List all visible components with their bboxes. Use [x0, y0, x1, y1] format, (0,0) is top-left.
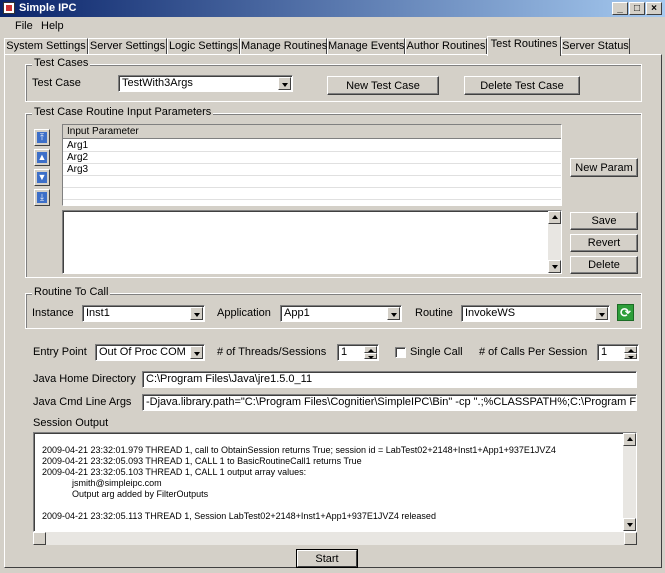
- save-button[interactable]: Save: [570, 212, 638, 230]
- test-routines-panel: Test Cases Test Case TestWith3Args New T…: [4, 54, 662, 568]
- tab-manage-routines[interactable]: Manage Routines: [240, 38, 327, 55]
- delete-test-case-button[interactable]: Delete Test Case: [464, 76, 580, 95]
- scroll-right-icon[interactable]: [624, 532, 637, 545]
- test-cases-group: Test Cases Test Case TestWith3Args New T…: [25, 57, 642, 102]
- table-row[interactable]: Arg1: [63, 140, 561, 152]
- instance-dropdown[interactable]: Inst1: [82, 305, 205, 322]
- calls-per-session-stepper[interactable]: 1: [597, 344, 639, 361]
- input-parameters-group: Test Case Routine Input Parameters ⤒ ▲ ▼…: [25, 106, 642, 278]
- log-line: 2009-04-21 23:32:05.093 THREAD 1, CALL 1…: [42, 456, 362, 466]
- parameter-value-textarea[interactable]: [62, 210, 562, 274]
- application-dropdown-value: App1: [284, 307, 310, 319]
- close-icon[interactable]: ×: [646, 2, 662, 15]
- test-case-label: Test Case: [32, 77, 81, 89]
- chevron-down-icon[interactable]: [595, 307, 608, 320]
- input-parameter-table: Input Parameter Arg1 Arg2 Arg3: [62, 124, 562, 206]
- test-case-dropdown[interactable]: TestWith3Args: [118, 75, 293, 92]
- entry-point-dropdown-value: Out Of Proc COM: [99, 346, 186, 358]
- menu-help[interactable]: Help: [41, 20, 64, 32]
- scroll-up-icon[interactable]: [548, 211, 561, 224]
- session-output-textarea[interactable]: 2009-04-21 23:32:01.979 THREAD 1, call t…: [33, 432, 637, 532]
- parameter-value-scrollbar[interactable]: [548, 211, 561, 273]
- calls-spinner[interactable]: [624, 346, 637, 359]
- threads-stepper-value: 1: [341, 346, 348, 358]
- table-row[interactable]: Arg2: [63, 152, 561, 164]
- move-bottom-icon[interactable]: ⤓: [34, 189, 50, 206]
- delete-param-button[interactable]: Delete: [570, 256, 638, 274]
- tab-system-settings[interactable]: System Settings: [4, 38, 88, 55]
- single-call-label: Single Call: [410, 346, 463, 358]
- routine-to-call-group-label: Routine To Call: [32, 286, 111, 298]
- refresh-icon[interactable]: ⟳: [617, 304, 634, 321]
- chevron-down-icon[interactable]: [278, 77, 291, 90]
- threads-label: # of Threads/Sessions: [217, 346, 327, 358]
- threads-spinner[interactable]: [364, 346, 377, 359]
- tab-server-status[interactable]: Server Status: [561, 38, 630, 55]
- session-output-scrollbar[interactable]: [623, 433, 636, 531]
- java-home-field[interactable]: C:\Program Files\Java\jre1.5.0_11: [142, 371, 637, 388]
- log-line: jsmith@simpleipc.com: [72, 478, 162, 488]
- session-output-label: Session Output: [33, 417, 109, 429]
- test-case-dropdown-value: TestWith3Args: [122, 77, 193, 89]
- scroll-down-icon[interactable]: [548, 260, 561, 273]
- single-call-checkbox[interactable]: [395, 347, 406, 358]
- application-label: Application: [217, 307, 271, 319]
- log-line: 2009-04-21 23:32:05.113 THREAD 1, Sessio…: [42, 511, 436, 521]
- new-test-case-button[interactable]: New Test Case: [327, 76, 439, 95]
- scroll-left-icon[interactable]: [33, 532, 46, 545]
- log-line: Output arg added by FilterOutputs: [72, 489, 209, 499]
- threads-stepper[interactable]: 1: [337, 344, 379, 361]
- test-cases-group-label: Test Cases: [32, 57, 91, 69]
- input-parameter-column-header[interactable]: Input Parameter: [63, 125, 561, 139]
- scroll-down-icon[interactable]: [623, 518, 636, 531]
- revert-button[interactable]: Revert: [570, 234, 638, 252]
- move-top-icon[interactable]: ⤒: [34, 129, 50, 146]
- instance-label: Instance: [32, 307, 74, 319]
- title-bar: Simple IPC _ □ ×: [0, 0, 665, 17]
- java-cmd-label: Java Cmd Line Args: [33, 396, 132, 408]
- new-param-button[interactable]: New Param: [570, 158, 638, 177]
- app-icon: [3, 2, 15, 14]
- application-dropdown[interactable]: App1: [280, 305, 402, 322]
- chevron-down-icon[interactable]: [387, 307, 400, 320]
- java-home-label: Java Home Directory: [33, 373, 136, 385]
- log-line: 2009-04-21 23:32:01.979 THREAD 1, call t…: [42, 445, 556, 455]
- tab-logic-settings[interactable]: Logic Settings: [167, 38, 240, 55]
- maximize-icon[interactable]: □: [629, 2, 645, 15]
- routine-dropdown-value: InvokeWS: [465, 307, 516, 319]
- routine-dropdown[interactable]: InvokeWS: [461, 305, 610, 322]
- menu-bar: File Help: [0, 17, 665, 34]
- routine-to-call-group: Routine To Call Instance Inst1 Applicati…: [25, 286, 642, 329]
- java-cmd-field[interactable]: -Djava.library.path="C:\Program Files\Co…: [142, 394, 637, 411]
- tab-server-settings[interactable]: Server Settings: [88, 38, 167, 55]
- calls-per-session-stepper-value: 1: [601, 346, 608, 358]
- routine-label: Routine: [415, 307, 453, 319]
- move-up-icon[interactable]: ▲: [34, 149, 50, 166]
- move-down-icon[interactable]: ▼: [34, 169, 50, 186]
- table-row[interactable]: Arg3: [63, 164, 561, 176]
- input-parameters-group-label: Test Case Routine Input Parameters: [32, 106, 214, 118]
- log-line: 2009-04-21 23:32:05.103 THREAD 1, CALL 1…: [42, 467, 307, 477]
- chevron-down-icon[interactable]: [190, 346, 203, 359]
- tab-author-routines[interactable]: Author Routines: [405, 38, 487, 55]
- table-row[interactable]: [63, 188, 561, 200]
- tab-test-routines[interactable]: Test Routines: [487, 36, 561, 56]
- minimize-icon[interactable]: _: [612, 2, 628, 15]
- chevron-down-icon[interactable]: [190, 307, 203, 320]
- calls-per-session-label: # of Calls Per Session: [479, 346, 588, 358]
- entry-point-dropdown[interactable]: Out Of Proc COM: [95, 344, 205, 361]
- menu-file[interactable]: File: [15, 20, 33, 32]
- window-title: Simple IPC: [19, 2, 77, 14]
- table-row[interactable]: [63, 176, 561, 188]
- entry-point-label: Entry Point: [33, 346, 87, 358]
- scroll-up-icon[interactable]: [623, 433, 636, 446]
- instance-dropdown-value: Inst1: [86, 307, 110, 319]
- tab-manage-events[interactable]: Manage Events: [327, 38, 405, 55]
- session-output-hscrollbar[interactable]: [33, 532, 637, 545]
- start-button[interactable]: Start: [297, 550, 357, 567]
